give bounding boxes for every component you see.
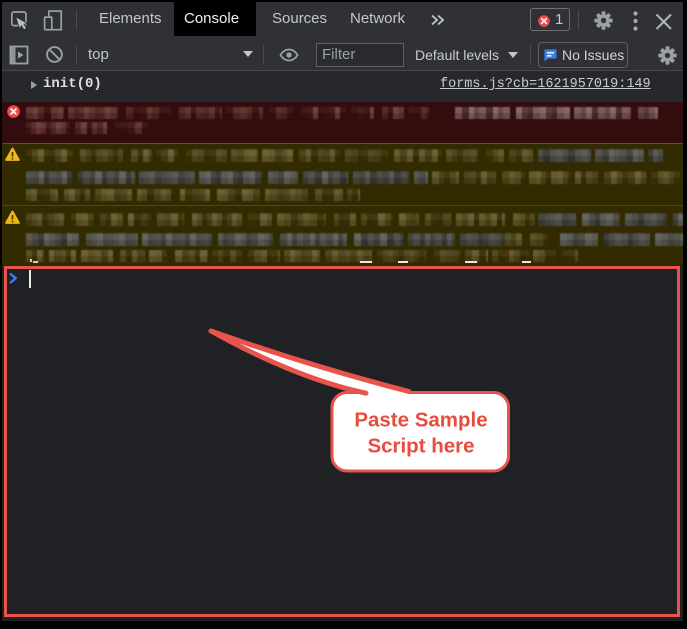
svg-text:Paste Sample: Paste Sample (354, 409, 487, 432)
svg-text:Script here: Script here (367, 435, 474, 458)
